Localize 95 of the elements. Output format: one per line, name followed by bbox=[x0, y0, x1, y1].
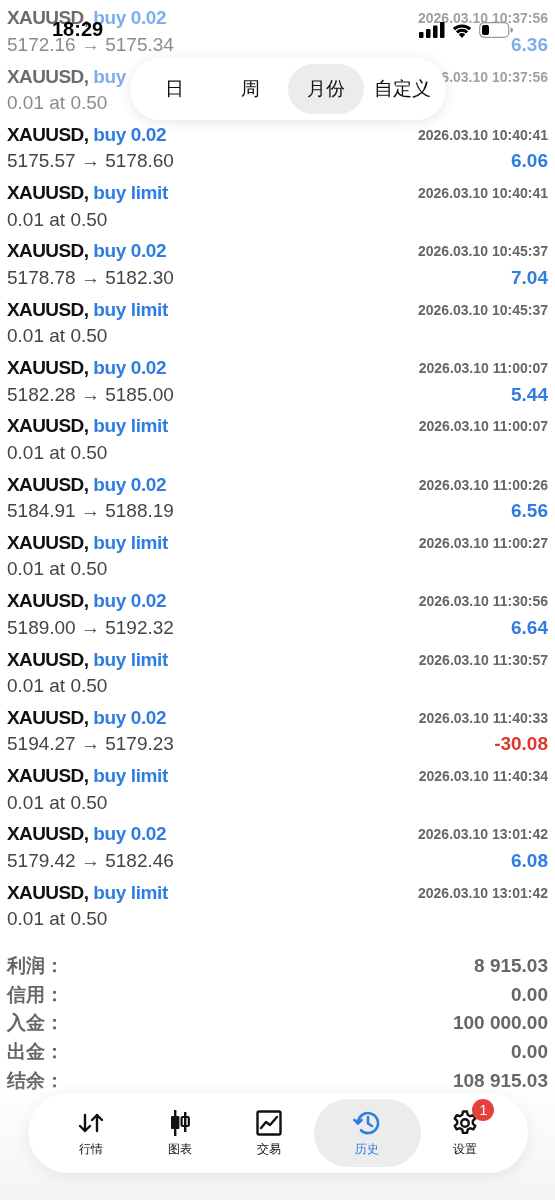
order-type: buy limit bbox=[93, 531, 168, 554]
tab-bar-item[interactable]: 图表 bbox=[135, 1099, 225, 1167]
deal-prices: 5175.57 → 5178.60 bbox=[7, 150, 174, 173]
summary-label: 结余： bbox=[7, 1068, 64, 1093]
deal-prices: 0.01 at 0.50 bbox=[7, 92, 108, 115]
period-tab[interactable]: 日 bbox=[136, 64, 212, 114]
order-type: buy limit bbox=[93, 298, 168, 321]
deal-time: 2026.03.10 11:40:33 bbox=[418, 709, 548, 726]
summary-label: 信用： bbox=[7, 982, 64, 1007]
summary-value: 0.00 bbox=[511, 1041, 548, 1064]
summary-label: 出金： bbox=[7, 1040, 64, 1065]
tab-bar-item[interactable]: 行情 bbox=[46, 1099, 136, 1167]
deal-prices: 5179.42 → 5182.46 bbox=[7, 849, 174, 872]
symbol: XAUUSD, bbox=[7, 298, 89, 321]
symbol: XAUUSD, bbox=[7, 65, 89, 88]
deal-time: 2026.03.10 11:00:27 bbox=[418, 534, 548, 551]
order-type: buy 0.02 bbox=[93, 823, 167, 846]
order-type: buy bbox=[93, 65, 126, 88]
deal-profit: 7.04 bbox=[511, 266, 548, 289]
deal-time: 2026.03.10 10:40:41 bbox=[418, 185, 548, 202]
deal-prices: 5194.27 → 5179.23 bbox=[7, 733, 174, 756]
deal-prices: 0.01 at 0.50 bbox=[7, 675, 108, 697]
summary-label: 入金： bbox=[7, 1011, 64, 1036]
summary-value: 0.00 bbox=[511, 983, 548, 1006]
period-tab[interactable]: 月份 bbox=[288, 64, 364, 114]
summary-value: 100 000.00 bbox=[452, 1012, 548, 1035]
deal-prices: 0.01 at 0.50 bbox=[7, 441, 108, 464]
order-type: buy limit bbox=[93, 881, 168, 904]
summary-value: 108 915.03 bbox=[452, 1069, 548, 1092]
order-type: buy 0.02 bbox=[93, 240, 167, 263]
symbol: XAUUSD, bbox=[7, 240, 89, 263]
symbol: XAUUSD, bbox=[7, 182, 89, 205]
deal-time: 2026.03.10 10:45:37 bbox=[418, 243, 548, 260]
deal-prices: 0.01 at 0.50 bbox=[7, 908, 108, 931]
deal-prices: 5178.78 → 5182.30 bbox=[7, 266, 174, 289]
notification-badge: 1 bbox=[472, 1098, 495, 1121]
order-type: buy 0.02 bbox=[93, 473, 167, 496]
deal-time: 2026.03.10 13:01:42 bbox=[418, 826, 548, 843]
deal-profit: 6.64 bbox=[511, 616, 548, 639]
order-type: buy 0.02 bbox=[93, 357, 167, 380]
symbol: XAUUSD, bbox=[7, 123, 89, 146]
order-type: buy 0.02 bbox=[93, 123, 167, 146]
symbol: XAUUSD, bbox=[7, 823, 89, 846]
signal-icon bbox=[419, 21, 445, 38]
tab-bar-item[interactable]: 交易 bbox=[224, 1099, 314, 1167]
symbol: XAUUSD, bbox=[7, 415, 89, 438]
tab-bar-item[interactable]: 历史 bbox=[313, 1099, 421, 1167]
order-type: buy 0.02 bbox=[93, 590, 167, 613]
deal-time: 2026.03.10 11:00:26 bbox=[418, 476, 548, 493]
deal-profit: 6.08 bbox=[511, 849, 548, 872]
symbol: XAUUSD, bbox=[7, 473, 89, 496]
deal-prices: 5182.28 → 5185.00 bbox=[7, 383, 174, 406]
deal-time: 6.03.10 10:37:56 bbox=[441, 68, 548, 85]
deal-time: 2026.03.10 11:30:56 bbox=[418, 593, 548, 610]
deal-time: 2026.03.10 11:40:34 bbox=[418, 768, 548, 785]
history-icon bbox=[353, 1109, 382, 1136]
summary-label: 利润： bbox=[7, 954, 64, 979]
deal-prices: 5189.00 → 5192.32 bbox=[7, 616, 174, 639]
symbol: XAUUSD, bbox=[7, 590, 89, 613]
order-type: buy limit bbox=[93, 182, 168, 205]
period-tab[interactable]: 周 bbox=[212, 64, 288, 114]
deal-time: 2026.03.10 11:30:57 bbox=[418, 651, 548, 668]
deal-time: 2026.03.10 11:00:07 bbox=[418, 360, 548, 377]
symbol: XAUUSD, bbox=[7, 648, 89, 671]
symbol: XAUUSD, bbox=[7, 706, 89, 729]
deal-time: 2026.03.10 11:00:07 bbox=[418, 418, 548, 435]
deal-time: 2026.03.10 10:45:37 bbox=[418, 301, 548, 318]
deal-time: 2026.03.10 10:40:41 bbox=[418, 126, 548, 143]
candlestick-icon bbox=[168, 1109, 191, 1136]
summary-value: 8 915.03 bbox=[474, 955, 548, 978]
order-type: buy limit bbox=[93, 415, 168, 438]
order-type: buy limit bbox=[93, 765, 168, 788]
deal-profit: 6.06 bbox=[511, 150, 548, 173]
deal-time: 2026.03.10 13:01:42 bbox=[418, 884, 548, 901]
deal-prices: 5184.91 → 5188.19 bbox=[7, 500, 174, 523]
order-type: buy 0.02 bbox=[93, 706, 167, 729]
symbol: XAUUSD, bbox=[7, 881, 89, 904]
symbol: XAUUSD, bbox=[7, 357, 89, 380]
line-chart-icon bbox=[256, 1109, 283, 1136]
deal-prices: 0.01 at 0.50 bbox=[7, 325, 108, 348]
deal-profit: 5.44 bbox=[511, 383, 548, 406]
deal-time: 2026.03.10 10:37:56 bbox=[418, 10, 548, 27]
battery-icon bbox=[479, 21, 513, 38]
symbol: XAUUSD, bbox=[7, 765, 89, 788]
deal-profit: 6.36 bbox=[511, 33, 548, 56]
deal-prices: 0.01 at 0.50 bbox=[7, 558, 108, 581]
deal-prices: 0.01 at 0.50 bbox=[7, 208, 108, 231]
period-tab[interactable]: 自定义 bbox=[364, 64, 440, 114]
deal-profit: -30.08 bbox=[494, 733, 548, 756]
order-type: buy limit bbox=[93, 648, 168, 671]
tab-bar-item[interactable]: 1 设置 bbox=[420, 1099, 510, 1167]
deal-prices: 0.01 at 0.50 bbox=[7, 791, 108, 814]
symbol: XAUUSD, bbox=[7, 531, 89, 554]
deal-profit: 6.56 bbox=[511, 500, 548, 523]
settings-icon bbox=[452, 1109, 479, 1136]
